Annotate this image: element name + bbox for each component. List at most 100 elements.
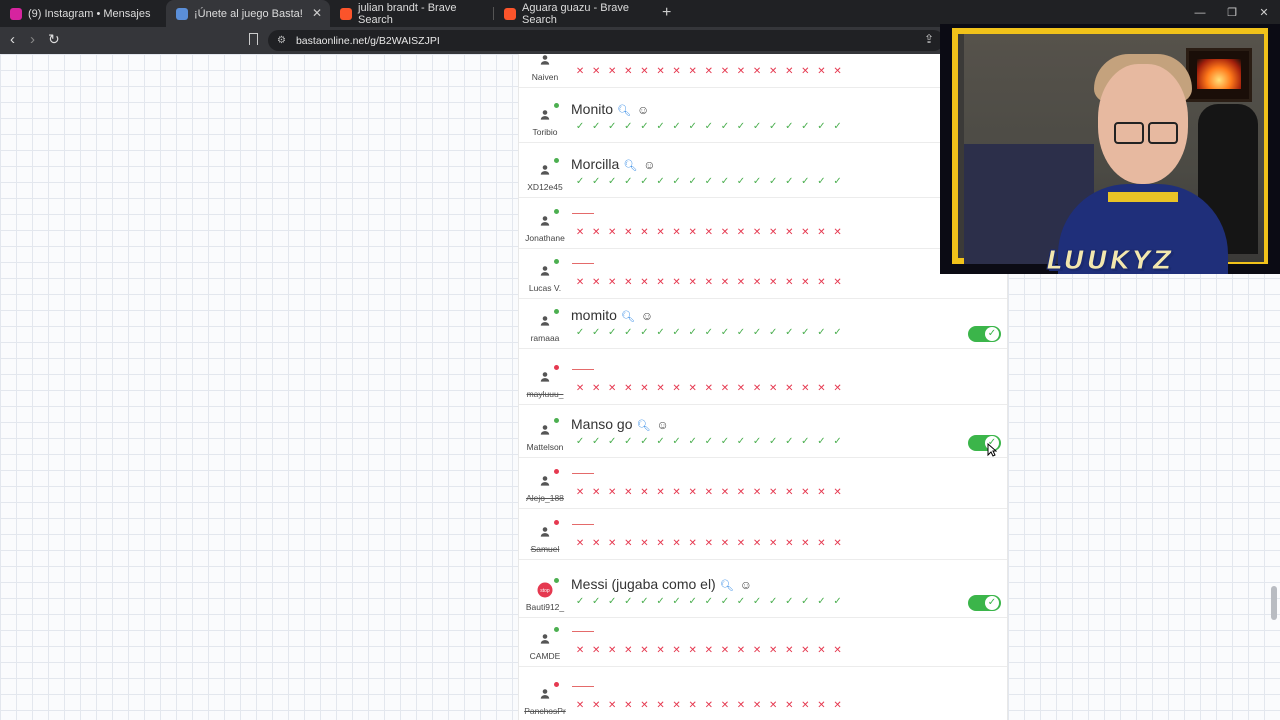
check-icon: ✓ <box>801 176 810 187</box>
smiley-icon[interactable]: ☺ <box>641 309 653 323</box>
cross-icon: ✕ <box>640 487 649 498</box>
status-dot <box>554 520 559 525</box>
cross-icon: ✕ <box>785 700 794 711</box>
scrollbar-thumb[interactable] <box>1271 586 1277 620</box>
cross-icon: ✕ <box>688 227 697 238</box>
cross-icon: ✕ <box>736 700 746 711</box>
smiley-icon[interactable]: ☺ <box>643 158 655 172</box>
check-icon: ✓ <box>624 327 633 338</box>
check-icon: ✓ <box>720 121 730 132</box>
cross-icon: ✕ <box>833 383 842 394</box>
status-dot <box>554 469 559 474</box>
cross-icon: ✕ <box>575 383 585 394</box>
check-icon: ✓ <box>640 596 649 607</box>
search-icon[interactable]: 🔍︎ <box>617 105 631 117</box>
check-icon: ✓ <box>768 327 778 338</box>
reload-button[interactable]: ↻ <box>48 31 60 48</box>
avatar <box>537 263 553 279</box>
cross-icon: ✕ <box>688 645 697 656</box>
brave-icon <box>340 7 352 20</box>
minimize-button[interactable]: — <box>1184 0 1216 27</box>
cross-icon: ✕ <box>688 66 697 77</box>
cross-icon: ✕ <box>817 227 826 238</box>
check-icon: ✓ <box>785 596 794 607</box>
cross-icon: ✕ <box>817 487 826 498</box>
check-icon: ✓ <box>656 436 665 447</box>
cross-icon: ✕ <box>720 645 730 656</box>
player-name: Jonathane <box>525 233 565 243</box>
cross-icon: ✕ <box>656 645 665 656</box>
cross-icon: ✕ <box>817 700 826 711</box>
search-icon[interactable]: 🔍︎ <box>636 420 650 432</box>
check-icon: ✓ <box>736 436 746 447</box>
browser-tab[interactable]: julian brandt - Brave Search <box>330 0 494 27</box>
cross-icon: ✕ <box>704 487 713 498</box>
browser-tab[interactable]: ¡Únete al juego Basta! ✕ <box>166 0 330 27</box>
cross-icon: ✕ <box>752 538 762 549</box>
answer-text-container: momito 🔍︎ ☺ <box>571 307 653 323</box>
validate-toggle[interactable]: ✓ <box>968 326 1001 342</box>
brave-icon <box>504 7 516 20</box>
browser-tab[interactable]: (9) Instagram • Mensajes <box>0 0 164 27</box>
status-dot <box>554 158 559 163</box>
vote-marks: ✕ ✕ ✕ ✕ ✕ ✕ ✕ ✕ ✕ ✕ ✕ ✕ ✕ ✕ ✕ ✕ ✕ <box>572 227 846 239</box>
cross-icon: ✕ <box>640 700 649 711</box>
smiley-icon[interactable]: ☺ <box>740 578 752 592</box>
cross-icon: ✕ <box>656 383 665 394</box>
cross-icon: ✕ <box>833 700 842 711</box>
restore-button[interactable]: ❐ <box>1216 0 1248 27</box>
search-icon[interactable]: 🔍︎ <box>623 160 637 172</box>
cross-icon: ✕ <box>704 277 713 288</box>
mouse-cursor-icon <box>987 443 997 457</box>
player-row: stop Bauti912_ Messi (jugaba como el) 🔍︎ ☺ ✓ ✓… <box>519 560 1007 618</box>
url-text[interactable]: bastaonline.net/g/B2WAISZJPI <box>296 35 440 47</box>
cross-icon: ✕ <box>720 277 730 288</box>
cross-icon: ✕ <box>752 700 762 711</box>
site-info-icon[interactable]: ⚙ <box>277 35 286 46</box>
answer-text-container: Messi (jugaba como el) 🔍︎ ☺ <box>571 576 752 592</box>
forward-button[interactable]: › <box>30 31 35 48</box>
answer-text: Messi (jugaba como el) <box>571 576 716 592</box>
cross-icon: ✕ <box>672 383 681 394</box>
search-icon[interactable]: 🔍︎ <box>720 580 734 592</box>
check-icon: ✓ <box>656 121 665 132</box>
avatar <box>537 213 553 229</box>
share-icon[interactable]: ⇪ <box>924 32 934 46</box>
cross-icon: ✕ <box>833 645 842 656</box>
close-window-button[interactable]: ✕ <box>1248 0 1280 27</box>
browser-tab[interactable]: Aguara guazu - Brave Search <box>494 0 658 27</box>
back-button[interactable]: ‹ <box>10 31 15 48</box>
vote-marks: ✓ ✓ ✓ ✓ ✓ ✓ ✓ ✓ ✓ ✓ ✓ ✓ ✓ ✓ ✓ ✓ ✓ <box>572 327 846 339</box>
cross-icon: ✕ <box>608 227 617 238</box>
answer-text-container: Morcilla 🔍︎ ☺ <box>571 156 655 172</box>
address-bar[interactable]: ⚙ bastaonline.net/g/B2WAISZJPI <box>268 30 944 51</box>
cross-icon: ✕ <box>720 487 730 498</box>
check-icon: ✓ <box>672 327 681 338</box>
bookmark-icon[interactable] <box>249 33 258 45</box>
check-icon: ✓ <box>736 327 746 338</box>
cross-icon: ✕ <box>752 277 762 288</box>
status-dot <box>554 578 559 583</box>
check-icon: ✓ <box>833 327 842 338</box>
player-name: Naiven <box>531 72 559 82</box>
smiley-icon[interactable]: ☺ <box>656 418 668 432</box>
instagram-icon <box>10 7 22 20</box>
answer-text: momito <box>571 307 617 323</box>
vote-marks: ✓ ✓ ✓ ✓ ✓ ✓ ✓ ✓ ✓ ✓ ✓ ✓ ✓ ✓ ✓ ✓ ✓ <box>572 436 846 448</box>
new-tab-button[interactable]: + <box>662 4 671 22</box>
cross-icon: ✕ <box>833 277 842 288</box>
cross-icon: ✕ <box>785 277 794 288</box>
validate-toggle[interactable]: ✓ <box>968 595 1001 611</box>
cross-icon: ✕ <box>817 277 826 288</box>
check-icon: ✓ <box>817 327 826 338</box>
smiley-icon[interactable]: ☺ <box>637 103 649 117</box>
close-tab-icon[interactable]: ✕ <box>312 6 322 20</box>
cross-icon: ✕ <box>688 700 697 711</box>
cross-icon: ✕ <box>720 538 730 549</box>
cross-icon: ✕ <box>833 227 842 238</box>
cross-icon: ✕ <box>591 227 601 238</box>
check-icon: ✓ <box>656 596 665 607</box>
check-icon: ✓ <box>688 121 697 132</box>
search-icon[interactable]: 🔍︎ <box>621 311 635 323</box>
avatar <box>537 162 553 178</box>
